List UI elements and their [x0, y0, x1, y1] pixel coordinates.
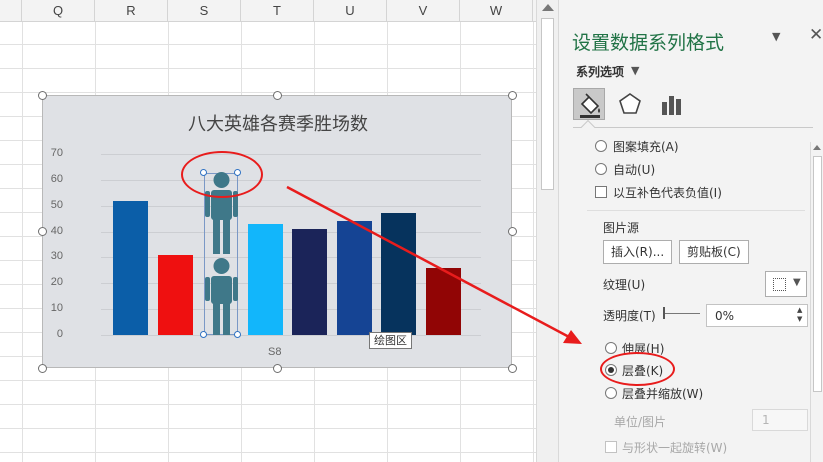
fill-line-tab[interactable]: [573, 88, 605, 120]
chart-title[interactable]: 八大英雄各赛季胜场数: [43, 110, 513, 136]
spinner-arrows-icon[interactable]: ▲ ▼: [797, 306, 802, 324]
chart-resize-handle[interactable]: [273, 364, 282, 373]
chart-resize-handle[interactable]: [508, 227, 517, 236]
chevron-down-icon: ▼: [793, 277, 801, 288]
person-icon: [205, 258, 238, 335]
transparency-slider[interactable]: [664, 313, 700, 314]
pentagon-icon: [619, 93, 641, 114]
bar-series-7[interactable]: [381, 213, 416, 335]
clipboard-button[interactable]: 剪贴板(C): [679, 240, 749, 264]
units-per-picture-value: 1: [762, 413, 770, 427]
gridline: [101, 179, 481, 181]
pane-scrollbar[interactable]: [810, 142, 823, 462]
chart-resize-handle[interactable]: [38, 364, 47, 373]
column-header-w[interactable]: W: [460, 0, 533, 22]
plot-area-tooltip: 绘图区: [369, 332, 412, 349]
chevron-down-icon[interactable]: ▼: [631, 64, 639, 77]
bar-series-5[interactable]: [292, 228, 327, 335]
chart-resize-handle[interactable]: [273, 91, 282, 100]
transparency-input[interactable]: 0% ▲ ▼: [706, 304, 808, 327]
bar-series-4[interactable]: [248, 223, 283, 335]
pane-options-chevron-icon[interactable]: ▼: [772, 30, 780, 43]
y-tick-label: 30: [50, 250, 63, 263]
units-per-picture-label: 单位/图片: [614, 415, 667, 429]
x-axis-category-label: S8: [268, 346, 282, 358]
transparency-slider-handle[interactable]: [663, 307, 665, 319]
invert-negative-checkbox[interactable]: [595, 186, 607, 198]
column-header-u[interactable]: U: [314, 0, 387, 22]
chart-resize-handle[interactable]: [38, 91, 47, 100]
scroll-up-arrow-icon[interactable]: [542, 4, 554, 11]
bar-series-1[interactable]: [113, 200, 148, 335]
stack-and-scale-radio[interactable]: [605, 387, 617, 399]
paint-bucket-icon: [580, 93, 600, 118]
chart-resize-handle[interactable]: [38, 227, 47, 236]
pattern-fill-radio[interactable]: [595, 140, 607, 152]
annotation-circle: [600, 352, 675, 386]
pane-title: 设置数据系列格式: [572, 32, 725, 54]
tab-pointer: [580, 119, 596, 135]
chart-area[interactable]: 0 10 20 30 40 50 60 70 八大英雄各赛季胜场数 S8 绘图区: [42, 95, 512, 368]
y-tick-label: 0: [56, 328, 63, 340]
spreadsheet-grid[interactable]: P Q R S T U V W: [0, 0, 536, 462]
texture-label: 纹理(U): [603, 278, 646, 292]
series-options-dropdown[interactable]: 系列选项: [576, 63, 624, 80]
column-header-r[interactable]: R: [95, 0, 168, 22]
tab-divider: [573, 127, 813, 128]
gridline: [101, 154, 481, 155]
rotate-with-shape-checkbox[interactable]: [605, 441, 617, 453]
units-per-picture-input[interactable]: 1: [752, 409, 808, 431]
pattern-fill-label[interactable]: 图案填充(A): [613, 138, 679, 155]
column-header-row: P Q R S T U V W: [0, 0, 536, 22]
format-data-series-pane: 设置数据系列格式 ▼ ✕ 系列选项 ▼ 图案填充(A) 自动(U) 以互补色代表…: [558, 0, 823, 462]
y-tick-label: 60: [50, 172, 63, 185]
column-header-p[interactable]: P: [0, 0, 22, 22]
series-options-tab[interactable]: [655, 88, 687, 120]
texture-swatch-icon: [773, 278, 786, 291]
rotate-with-shape-label[interactable]: 与形状一起旋转(W): [622, 439, 727, 456]
pane-scroll-thumb[interactable]: [813, 156, 822, 392]
texture-picker[interactable]: ▼: [765, 271, 807, 297]
column-header-v[interactable]: V: [387, 0, 460, 22]
scroll-thumb[interactable]: [541, 18, 554, 190]
y-tick-label: 50: [50, 198, 63, 211]
gridline: [101, 205, 481, 207]
y-tick-label: 10: [50, 302, 63, 315]
column-header-t[interactable]: T: [241, 0, 314, 22]
stack-and-scale-label[interactable]: 层叠并缩放(W): [622, 385, 703, 402]
plot-area[interactable]: 0 10 20 30 40 50 60 70: [43, 96, 513, 369]
bar-series-6[interactable]: [337, 221, 372, 335]
auto-fill-label[interactable]: 自动(U): [613, 161, 655, 178]
gridline: [101, 231, 481, 233]
bar-series-2[interactable]: [158, 254, 193, 335]
y-tick-label: 20: [50, 276, 63, 289]
vertical-scrollbar[interactable]: [536, 0, 558, 462]
stretch-radio[interactable]: [605, 342, 617, 354]
bar-chart-icon: [662, 96, 681, 115]
column-header-q[interactable]: Q: [22, 0, 95, 22]
invert-negative-label[interactable]: 以互补色代表负值(I): [613, 184, 722, 201]
chart-resize-handle[interactable]: [508, 364, 517, 373]
annotation-circle: [181, 151, 263, 198]
auto-fill-radio[interactable]: [595, 163, 607, 175]
close-icon[interactable]: ✕: [809, 25, 823, 45]
effects-tab[interactable]: [614, 88, 646, 120]
bar-series-8[interactable]: [426, 267, 461, 335]
scroll-up-arrow-icon[interactable]: [813, 145, 821, 150]
section-divider: [587, 210, 805, 211]
chart-resize-handle[interactable]: [508, 91, 517, 100]
insert-picture-button[interactable]: 插入(R)...: [603, 240, 673, 264]
column-header-s[interactable]: S: [168, 0, 241, 22]
gridline: [101, 335, 481, 336]
picture-source-heading: 图片源: [603, 221, 640, 235]
transparency-value: 0%: [715, 309, 735, 323]
y-tick-label: 70: [50, 147, 63, 159]
transparency-label: 透明度(T): [603, 309, 656, 323]
